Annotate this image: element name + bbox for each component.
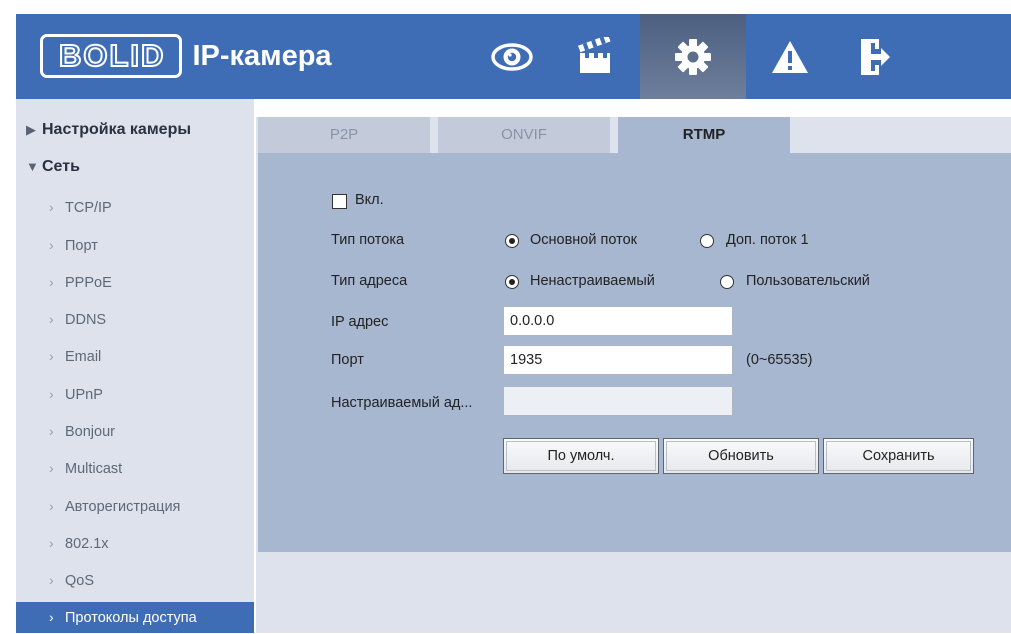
port-input[interactable] xyxy=(503,345,733,375)
top-header-bar: BOLID IP-камера xyxy=(16,14,1011,99)
chevron-right-icon: › xyxy=(49,609,54,625)
gear-icon xyxy=(675,38,711,75)
sidebar-item-label: 802.1x xyxy=(65,536,109,552)
sidebar-item-label: PPPoE xyxy=(65,275,112,291)
enable-label: Вкл. xyxy=(355,192,384,208)
chevron-right-icon: › xyxy=(49,311,54,327)
chevron-right-icon: › xyxy=(49,460,54,476)
sidebar: ▶ Настройка камеры ▼ Сеть › TCP/IP › Порт › P… xyxy=(16,99,254,633)
chevron-right-icon: › xyxy=(49,274,54,290)
sidebar-item-label: QoS xyxy=(65,573,95,589)
chevron-right-icon: › xyxy=(49,237,54,253)
sidebar-item-email[interactable]: › Email xyxy=(16,341,254,371)
logout-button[interactable] xyxy=(832,14,916,99)
sidebar-item-port[interactable]: › Порт xyxy=(16,230,254,260)
refresh-button[interactable]: Обновить xyxy=(663,438,819,474)
stream-sub1-radio[interactable] xyxy=(700,234,714,248)
sidebar-item-label: Порт xyxy=(65,238,98,254)
ip-address-input[interactable] xyxy=(503,306,733,336)
chevron-right-icon: › xyxy=(49,199,54,215)
sidebar-group-label: Сеть xyxy=(42,158,80,175)
default-button[interactable]: По умолч. xyxy=(503,438,659,474)
address-custom-radio[interactable] xyxy=(720,275,734,289)
sidebar-item-label: UPnP xyxy=(65,387,103,403)
tab-p2p[interactable]: P2P xyxy=(258,117,430,153)
sidebar-item-ddns[interactable]: › DDNS xyxy=(16,304,254,334)
stream-sub1-label: Доп. поток 1 xyxy=(726,232,809,248)
chevron-right-icon: › xyxy=(49,423,54,439)
port-label: Порт xyxy=(331,352,364,368)
address-custom-label: Пользовательский xyxy=(746,273,870,289)
save-button[interactable]: Сохранить xyxy=(823,438,974,474)
sidebar-group-label: Настройка камеры xyxy=(42,121,191,138)
sidebar-item-access-protocols[interactable]: › Протоколы доступа xyxy=(16,602,254,633)
chevron-right-icon: › xyxy=(49,386,54,402)
sidebar-item-autoregistration[interactable]: › Авторегистрация xyxy=(16,491,254,521)
ip-address-label: IP адрес xyxy=(331,314,389,330)
sidebar-group-camera-settings[interactable]: ▶ Настройка камеры xyxy=(16,115,254,145)
sidebar-item-pppoe[interactable]: › PPPoE xyxy=(16,267,254,297)
tab-onvif[interactable]: ONVIF xyxy=(438,117,610,153)
eye-icon xyxy=(491,42,533,71)
logo-text: BOLID xyxy=(58,37,166,74)
live-view-button[interactable] xyxy=(470,14,554,99)
triangle-down-icon: ▼ xyxy=(26,159,39,174)
triangle-right-icon: ▶ xyxy=(26,122,36,137)
exit-door-icon xyxy=(861,38,890,75)
chevron-right-icon: › xyxy=(49,348,54,364)
clapperboard-icon xyxy=(578,36,611,73)
address-default-radio[interactable] xyxy=(505,275,519,289)
bolid-logo-badge: BOLID xyxy=(40,34,183,78)
stream-main-label: Основной поток xyxy=(530,232,637,248)
enable-checkbox[interactable] xyxy=(332,194,347,209)
alarm-button[interactable] xyxy=(748,14,832,99)
sidebar-item-label: Email xyxy=(65,349,102,365)
brand-logo: BOLID IP-камера xyxy=(40,34,332,78)
sidebar-item-bonjour[interactable]: › Bonjour xyxy=(16,416,254,446)
app-title: IP-камера xyxy=(192,39,332,72)
sidebar-item-label: Авторегистрация xyxy=(65,499,181,515)
custom-address-input[interactable] xyxy=(503,386,733,416)
address-default-label: Ненастраиваемый xyxy=(530,273,655,289)
sidebar-item-label: TCP/IP xyxy=(65,200,112,216)
sidebar-item-multicast[interactable]: › Multicast xyxy=(16,453,254,483)
sidebar-item-tcpip[interactable]: › TCP/IP xyxy=(16,192,254,222)
chevron-right-icon: › xyxy=(49,498,54,514)
address-type-label: Тип адреса xyxy=(331,273,408,289)
stream-type-label: Тип потока xyxy=(331,232,405,248)
sidebar-item-label: DDNS xyxy=(65,312,107,328)
main-navigation xyxy=(470,14,916,99)
tab-rtmp[interactable]: RTMP xyxy=(618,117,790,153)
sidebar-item-8021x[interactable]: › 802.1x xyxy=(16,528,254,558)
sidebar-item-label: Протоколы доступа xyxy=(65,610,197,626)
settings-button[interactable] xyxy=(640,14,746,99)
sidebar-item-label: Bonjour xyxy=(65,424,115,440)
sidebar-item-upnp[interactable]: › UPnP xyxy=(16,379,254,409)
sidebar-group-network[interactable]: ▼ Сеть xyxy=(16,152,254,182)
stream-main-radio[interactable] xyxy=(505,234,519,248)
warning-icon xyxy=(772,40,808,73)
port-range-hint: (0~65535) xyxy=(746,352,813,368)
custom-address-label: Настраиваемый ад... xyxy=(331,395,473,411)
chevron-right-icon: › xyxy=(49,535,54,551)
sidebar-item-label: Multicast xyxy=(65,461,123,477)
playback-button[interactable] xyxy=(554,14,638,99)
sidebar-item-qos[interactable]: › QoS xyxy=(16,565,254,595)
chevron-right-icon: › xyxy=(49,572,54,588)
